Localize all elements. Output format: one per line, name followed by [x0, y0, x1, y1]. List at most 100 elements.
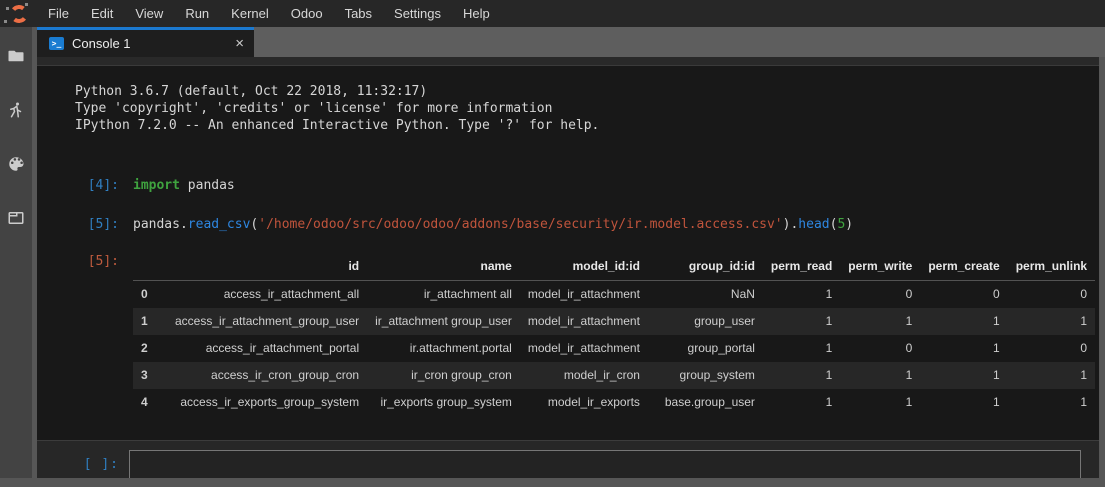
dataframe-body: 0access_ir_attachment_allir_attachment a… [133, 281, 1095, 417]
menu-item-kernel[interactable]: Kernel [220, 0, 280, 27]
table-row: 4access_ir_exports_group_systemir_export… [133, 389, 1095, 416]
table-cell: ir_attachment group_user [367, 308, 520, 335]
table-cell: access_ir_attachment_portal [167, 335, 367, 362]
jupyterlab-window: FileEditViewRunKernelOdooTabsSettingsHel… [0, 0, 1105, 487]
input-prompt: [5]: [75, 216, 119, 233]
column-header-perm_unlink: perm_unlink [1008, 253, 1095, 281]
table-cell: model_ir_attachment [520, 335, 648, 362]
table-cell: 0 [1008, 335, 1095, 362]
table-cell: 1 [1008, 389, 1095, 416]
running-kernels-icon[interactable] [0, 94, 32, 126]
window-right-edge [1099, 57, 1105, 487]
column-header-name: name [367, 253, 520, 281]
menu-item-settings[interactable]: Settings [383, 0, 452, 27]
code-line: import pandas [133, 177, 235, 194]
table-cell: 0 [840, 335, 920, 362]
python-banner: Python 3.6.7 (default, Oct 22 2018, 11:3… [75, 83, 1105, 134]
table-cell: 1 [763, 335, 840, 362]
table-cell: model_ir_cron [520, 362, 648, 389]
table-cell: ir_exports group_system [367, 389, 520, 416]
dataframe-header: idnamemodel_id:idgroup_id:idperm_readper… [133, 253, 1095, 281]
table-cell: 4 [133, 389, 167, 416]
logo-dot [25, 3, 28, 6]
code-cell[interactable]: [5]: pandas.read_csv('/home/odoo/src/odoo… [75, 216, 1105, 233]
output-prompt: [5]: [75, 253, 119, 270]
table-cell: group_user [648, 308, 763, 335]
table-cell: 1 [840, 389, 920, 416]
input-prompt: [4]: [75, 177, 119, 194]
console-icon: >_ [49, 37, 64, 50]
table-cell: access_ir_attachment_all [167, 281, 367, 309]
command-palette-icon[interactable] [0, 148, 32, 180]
table-cell: 1 [763, 281, 840, 309]
table-cell: ir.attachment.portal [367, 335, 520, 362]
table-cell: 1 [763, 308, 840, 335]
table-row: 2access_ir_attachment_portalir.attachmen… [133, 335, 1095, 362]
console-toolbar [37, 57, 1105, 66]
odoo-sh-logo[interactable] [0, 0, 37, 27]
code-cell[interactable]: [4]: import pandas [75, 177, 1105, 194]
table-cell: 0 [920, 281, 1007, 309]
table-cell: 2 [133, 335, 167, 362]
menu-item-run[interactable]: Run [174, 0, 220, 27]
console-history[interactable]: Python 3.6.7 (default, Oct 22 2018, 11:3… [37, 66, 1105, 440]
table-cell: group_portal [648, 335, 763, 362]
empty-input-prompt: [ ]: [75, 457, 119, 472]
table-cell: ir_cron group_cron [367, 362, 520, 389]
table-cell: 1 [763, 362, 840, 389]
column-header-index [133, 253, 167, 281]
table-cell: 0 [1008, 281, 1095, 309]
table-cell: group_system [648, 362, 763, 389]
menu-item-tabs[interactable]: Tabs [334, 0, 383, 27]
logo-dot [4, 20, 7, 23]
table-cell: access_ir_cron_group_cron [167, 362, 367, 389]
table-cell: model_ir_attachment [520, 281, 648, 309]
column-header-id: id [167, 253, 367, 281]
column-header-perm_write: perm_write [840, 253, 920, 281]
column-header-perm_create: perm_create [920, 253, 1007, 281]
menu-items: FileEditViewRunKernelOdooTabsSettingsHel… [37, 0, 501, 27]
table-cell: 0 [840, 281, 920, 309]
logo-dot [6, 7, 9, 10]
tab-console-1[interactable]: >_ Console 1 × [37, 27, 254, 57]
table-cell: 1 [920, 362, 1007, 389]
odoo-sh-logo-icon [9, 4, 29, 24]
menu-item-view[interactable]: View [124, 0, 174, 27]
table-cell: NaN [648, 281, 763, 309]
table-cell: model_ir_exports [520, 389, 648, 416]
code-line: pandas.read_csv('/home/odoo/src/odoo/odo… [133, 216, 853, 233]
open-tabs-icon[interactable] [0, 202, 32, 234]
table-cell: 3 [133, 362, 167, 389]
tab-label: Console 1 [72, 36, 235, 51]
column-header-model_id:id: model_id:id [520, 253, 648, 281]
table-cell: base.group_user [648, 389, 763, 416]
table-cell: 1 [840, 362, 920, 389]
tab-bar: >_ Console 1 × [37, 27, 1105, 57]
tab-close-icon[interactable]: × [235, 36, 244, 51]
table-cell: 1 [1008, 362, 1095, 389]
table-cell: ir_attachment all [367, 281, 520, 309]
table-cell: model_ir_attachment [520, 308, 648, 335]
table-cell: 1 [1008, 308, 1095, 335]
table-cell: 1 [840, 308, 920, 335]
executed-cells: [4]: import pandas [5]: pandas.read_csv('/h… [75, 177, 1105, 233]
table-cell: 1 [133, 308, 167, 335]
menu-item-file[interactable]: File [37, 0, 80, 27]
output-area: [5]: idnamemodel_id:idgroup_id:idperm_re… [75, 253, 1105, 416]
table-cell: access_ir_attachment_group_user [167, 308, 367, 335]
window-bottom-edge [0, 478, 1105, 487]
column-header-group_id:id: group_id:id [648, 253, 763, 281]
table-row: 3access_ir_cron_group_cronir_cron group_… [133, 362, 1095, 389]
menu-item-edit[interactable]: Edit [80, 0, 124, 27]
console-input[interactable] [129, 450, 1081, 479]
file-browser-icon[interactable] [0, 40, 32, 72]
table-row: 1access_ir_attachment_group_userir_attac… [133, 308, 1095, 335]
menu-item-odoo[interactable]: Odoo [280, 0, 334, 27]
left-sidebar [0, 27, 32, 487]
table-cell: 1 [763, 389, 840, 416]
dataframe-table: idnamemodel_id:idgroup_id:idperm_readper… [133, 253, 1095, 416]
table-cell: 0 [133, 281, 167, 309]
menu-item-help[interactable]: Help [452, 0, 501, 27]
table-cell: 1 [920, 335, 1007, 362]
table-cell: 1 [920, 308, 1007, 335]
